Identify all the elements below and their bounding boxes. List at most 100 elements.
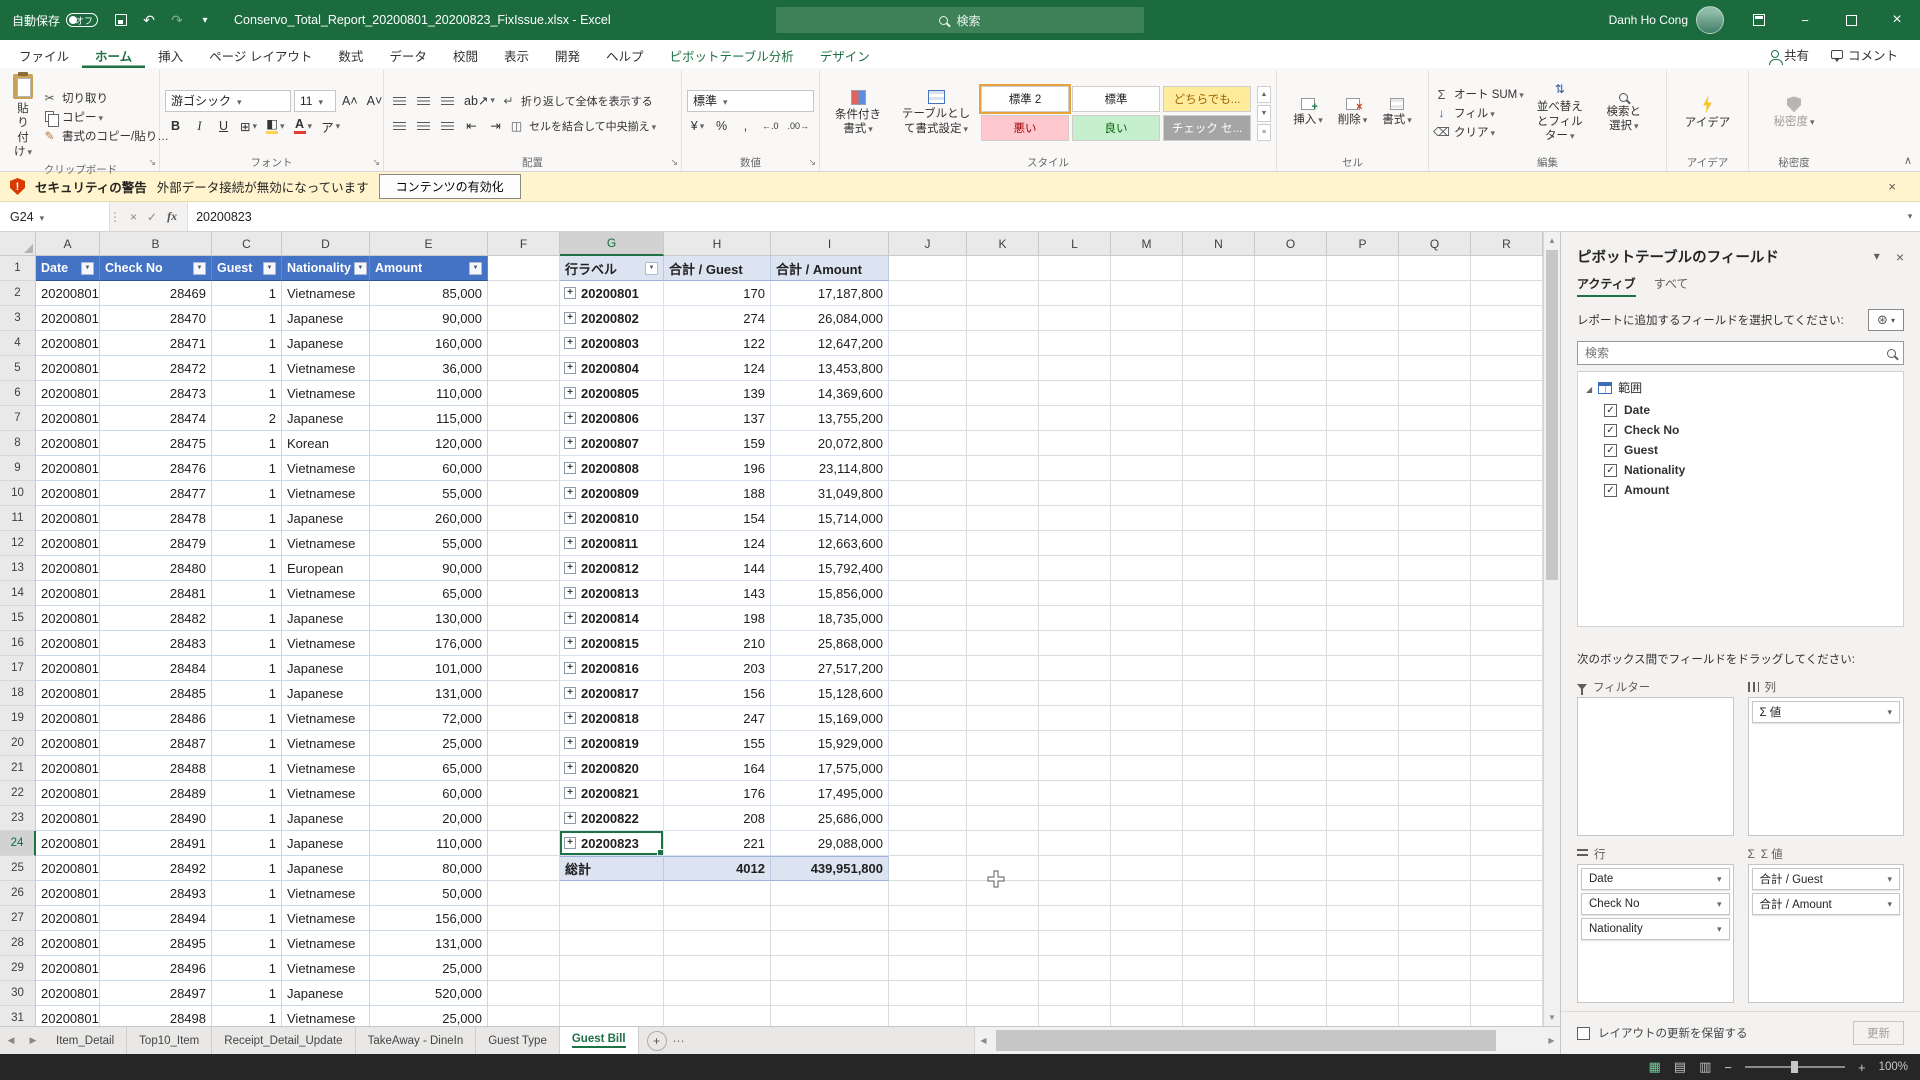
row-header-4[interactable]: 4 xyxy=(0,331,36,356)
customize-qat-button[interactable] xyxy=(192,7,218,33)
grid-cell[interactable] xyxy=(1399,281,1471,306)
expand-icon[interactable] xyxy=(564,437,576,449)
grid-cell-B10[interactable]: 28477 xyxy=(100,481,212,506)
expand-icon[interactable] xyxy=(564,837,576,849)
collapse-caret-icon[interactable] xyxy=(1586,381,1592,395)
italic-button[interactable]: I xyxy=(189,116,210,137)
grid-cell-B27[interactable]: 28494 xyxy=(100,906,212,931)
grid-cell-D23[interactable]: Japanese xyxy=(282,806,370,831)
grid-cell[interactable] xyxy=(1039,1006,1111,1026)
grid-cell-B18[interactable]: 28485 xyxy=(100,681,212,706)
grid-cell[interactable] xyxy=(967,756,1039,781)
pivot-row-label-20200806[interactable]: 20200806 xyxy=(560,406,664,431)
grid-cell-C20[interactable]: 1 xyxy=(212,731,282,756)
row-header-3[interactable]: 3 xyxy=(0,306,36,331)
grid-cell-C26[interactable]: 1 xyxy=(212,881,282,906)
zoom-out-button[interactable]: − xyxy=(1724,1060,1732,1075)
pivot-row-label-20200823[interactable]: 20200823 xyxy=(560,831,664,856)
grid-cell[interactable] xyxy=(1471,306,1543,331)
grid-cell[interactable] xyxy=(967,656,1039,681)
align-left-button[interactable] xyxy=(389,115,410,136)
autosave-switch[interactable]: オフ xyxy=(66,13,98,27)
increase-indent-button[interactable]: ⇥ xyxy=(485,115,506,136)
scroll-up-icon[interactable] xyxy=(1544,232,1560,249)
grid-cell[interactable] xyxy=(488,781,560,806)
grid-cell-B5[interactable]: 28472 xyxy=(100,356,212,381)
sheet-tab-guest-bill[interactable]: Guest Bill xyxy=(560,1027,639,1054)
field-item-amount[interactable]: Amount xyxy=(1586,480,1895,500)
grid-cell-B20[interactable]: 28487 xyxy=(100,731,212,756)
grid-cell[interactable] xyxy=(1327,781,1399,806)
grid-cell-E18[interactable]: 131,000 xyxy=(370,681,488,706)
row-header-5[interactable]: 5 xyxy=(0,356,36,381)
clear-button[interactable]: クリア xyxy=(1434,124,1524,140)
grid-cell[interactable] xyxy=(1039,506,1111,531)
grid-cell-E31[interactable]: 25,000 xyxy=(370,1006,488,1026)
grid-cell-C11[interactable]: 1 xyxy=(212,506,282,531)
fill-color-button[interactable]: ◧ xyxy=(263,116,288,137)
row-header-7[interactable]: 7 xyxy=(0,406,36,431)
sheet-tab-item-detail[interactable]: Item_Detail xyxy=(44,1027,127,1054)
grid-cell-D15[interactable]: Japanese xyxy=(282,606,370,631)
grid-cell[interactable] xyxy=(1183,831,1255,856)
grid-cell[interactable] xyxy=(1399,731,1471,756)
grid-cell[interactable] xyxy=(1327,456,1399,481)
tools-gear-button[interactable] xyxy=(1868,309,1904,331)
grid-cell[interactable] xyxy=(1111,281,1183,306)
grid-cell[interactable] xyxy=(1399,806,1471,831)
field-chip[interactable]: Date xyxy=(1581,868,1730,890)
grid-cell[interactable] xyxy=(1111,781,1183,806)
field-chip[interactable]: Σ 値 xyxy=(1752,701,1901,723)
grid-cell[interactable] xyxy=(889,856,967,881)
grid-cell-A26[interactable]: 20200801 xyxy=(36,881,100,906)
pivot-value-cell[interactable]: 15,128,600 xyxy=(771,681,889,706)
grid-cell[interactable] xyxy=(1039,381,1111,406)
format-cells-button[interactable]: 書式 xyxy=(1376,96,1418,129)
grid-cell[interactable] xyxy=(889,406,967,431)
grid-cell-B26[interactable]: 28493 xyxy=(100,881,212,906)
grid-cell-C5[interactable]: 1 xyxy=(212,356,282,381)
filter-dropdown-icon[interactable] xyxy=(81,262,94,275)
grid-cell[interactable] xyxy=(1183,906,1255,931)
grid-cell-B28[interactable]: 28495 xyxy=(100,931,212,956)
row-header-13[interactable]: 13 xyxy=(0,556,36,581)
grid-cell[interactable] xyxy=(1327,1006,1399,1026)
horizontal-scrollbar[interactable] xyxy=(974,1027,1560,1054)
grid-cell[interactable] xyxy=(1327,481,1399,506)
grid-cell[interactable] xyxy=(1471,631,1543,656)
expand-formula-bar-button[interactable] xyxy=(1900,202,1920,231)
ribbon-tab-ピボットテーブル分析[interactable]: ピボットテーブル分析 xyxy=(657,40,807,68)
ribbon-tab-ファイル[interactable]: ファイル xyxy=(6,40,82,68)
grid-cell-A11[interactable]: 20200801 xyxy=(36,506,100,531)
grid-cell[interactable] xyxy=(1183,331,1255,356)
row-header-15[interactable]: 15 xyxy=(0,606,36,631)
alignment-dialog-launcher[interactable] xyxy=(670,157,678,168)
align-top-button[interactable] xyxy=(389,90,410,111)
grid-cell-B8[interactable]: 28475 xyxy=(100,431,212,456)
grid-cell-E4[interactable]: 160,000 xyxy=(370,331,488,356)
grid-cell[interactable] xyxy=(1471,606,1543,631)
grid-cell[interactable] xyxy=(1183,956,1255,981)
font-family-combo[interactable]: 游ゴシック xyxy=(165,90,291,112)
grid-cell-E10[interactable]: 55,000 xyxy=(370,481,488,506)
grid-cell[interactable] xyxy=(1255,281,1327,306)
grid-cell[interactable] xyxy=(1399,956,1471,981)
grid-cell[interactable] xyxy=(1471,381,1543,406)
autosave-toggle[interactable]: 自動保存 オフ xyxy=(12,12,98,29)
grid-cell[interactable] xyxy=(1111,556,1183,581)
pivot-value-cell[interactable]: 170 xyxy=(664,281,771,306)
grid-cell[interactable] xyxy=(1471,781,1543,806)
grid-cell-D25[interactable]: Japanese xyxy=(282,856,370,881)
grid-cell[interactable] xyxy=(1183,506,1255,531)
row-header-31[interactable]: 31 xyxy=(0,1006,36,1026)
name-box[interactable]: G24 xyxy=(0,202,110,231)
row-header-24[interactable]: 24 xyxy=(0,831,36,856)
grid-cell-D17[interactable]: Japanese xyxy=(282,656,370,681)
pivot-value-cell[interactable]: 18,735,000 xyxy=(771,606,889,631)
pane-options-icon[interactable] xyxy=(1874,249,1880,265)
row-header-9[interactable]: 9 xyxy=(0,456,36,481)
grid-cell[interactable] xyxy=(967,431,1039,456)
expand-icon[interactable] xyxy=(564,312,576,324)
grid-cell-B12[interactable]: 28479 xyxy=(100,531,212,556)
defer-layout-checkbox[interactable] xyxy=(1577,1027,1590,1040)
